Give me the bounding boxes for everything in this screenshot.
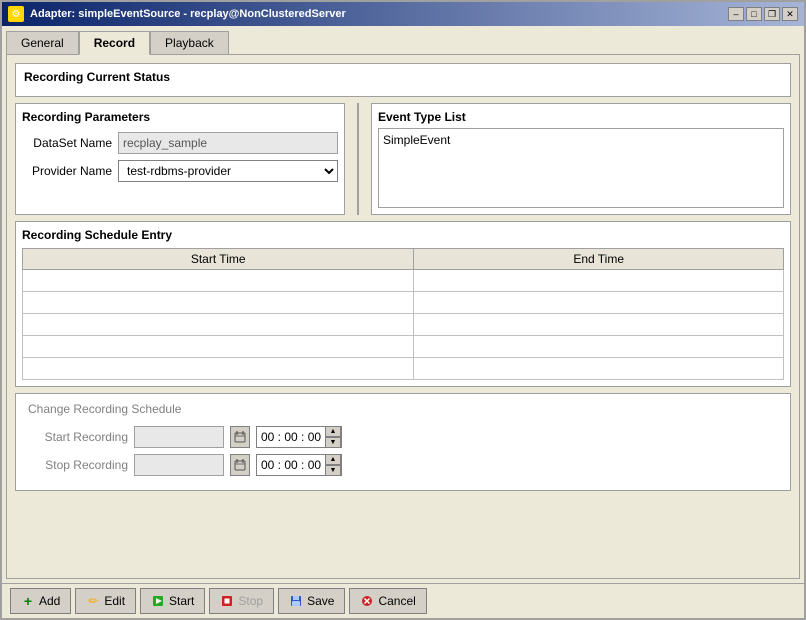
recording-status-title: Recording Current Status — [24, 70, 782, 84]
recording-parameters-title: Recording Parameters — [22, 110, 338, 124]
window-title: Adapter: simpleEventSource - recplay@Non… — [30, 8, 346, 20]
provider-name-label: Provider Name — [22, 164, 112, 178]
tab-record[interactable]: Record — [79, 31, 150, 55]
dataset-name-label: DataSet Name — [22, 136, 112, 150]
start-button[interactable]: Start — [140, 588, 205, 614]
start-date-picker-button[interactable] — [230, 426, 250, 448]
recording-parameters-section: Recording Parameters DataSet Name Provid… — [15, 103, 345, 215]
start-label: Start — [169, 594, 194, 608]
restore-button[interactable]: ❐ — [764, 7, 780, 21]
schedule-title: Recording Schedule Entry — [22, 228, 784, 242]
cancel-button[interactable]: Cancel — [349, 588, 426, 614]
table-row — [23, 314, 784, 336]
tab-playback[interactable]: Playback — [150, 31, 229, 55]
stop-label: Stop — [238, 594, 263, 608]
stop-time-down-button[interactable]: ▼ — [325, 465, 341, 476]
edit-button[interactable]: ✏ Edit — [75, 588, 136, 614]
stop-time-spinners: ▲ ▼ — [325, 454, 341, 476]
col-start-time: Start Time — [23, 249, 414, 270]
add-label: Add — [39, 594, 60, 608]
provider-name-select-wrapper: test-rdbms-provider — [118, 160, 338, 182]
event-type-title: Event Type List — [378, 110, 784, 124]
schedule-section: Recording Schedule Entry Start Time End … — [15, 221, 791, 387]
tab-bar: General Record Playback — [6, 30, 800, 54]
edit-icon: ✏ — [86, 594, 100, 608]
title-bar: ⚙ Adapter: simpleEventSource - recplay@N… — [2, 2, 804, 26]
table-row — [23, 336, 784, 358]
save-button[interactable]: Save — [278, 588, 345, 614]
start-recording-label: Start Recording — [28, 430, 128, 444]
save-icon — [289, 594, 303, 608]
change-schedule-section: Change Recording Schedule Start Recordin… — [15, 393, 791, 491]
schedule-table: Start Time End Time — [22, 248, 784, 380]
main-panel: Recording Current Status Recording Param… — [6, 54, 800, 579]
stop-date-input[interactable] — [134, 454, 224, 476]
stop-date-picker-button[interactable] — [230, 454, 250, 476]
start-date-input[interactable] — [134, 426, 224, 448]
tab-general[interactable]: General — [6, 31, 79, 55]
stop-button[interactable]: Stop — [209, 588, 274, 614]
params-event-row: Recording Parameters DataSet Name Provid… — [15, 103, 791, 215]
title-buttons: – □ ❐ ✕ — [728, 7, 798, 21]
start-time-down-button[interactable]: ▼ — [325, 437, 341, 448]
stop-time-up-button[interactable]: ▲ — [325, 454, 341, 465]
stop-recording-row: Stop Recording ▲ — [28, 454, 778, 476]
event-type-item[interactable]: SimpleEvent — [383, 133, 779, 147]
stop-time-field-group: ▲ ▼ — [256, 454, 342, 476]
title-bar-left: ⚙ Adapter: simpleEventSource - recplay@N… — [8, 6, 346, 22]
calendar-icon — [234, 459, 246, 471]
event-type-list: SimpleEvent — [378, 128, 784, 208]
table-row — [23, 358, 784, 380]
start-icon — [151, 594, 165, 608]
start-time-spinners: ▲ ▼ — [325, 426, 341, 448]
save-label: Save — [307, 594, 334, 608]
calendar-icon — [234, 431, 246, 443]
dataset-name-input[interactable] — [118, 132, 338, 154]
close-button[interactable]: ✕ — [782, 7, 798, 21]
provider-name-row: Provider Name test-rdbms-provider — [22, 160, 338, 182]
table-row — [23, 270, 784, 292]
start-time-field-group: ▲ ▼ — [256, 426, 342, 448]
main-window: ⚙ Adapter: simpleEventSource - recplay@N… — [0, 0, 806, 620]
app-icon: ⚙ — [8, 6, 24, 22]
minimize-button[interactable]: – — [728, 7, 744, 21]
provider-name-select[interactable]: test-rdbms-provider — [119, 161, 337, 181]
content-area: General Record Playback Recording Curren… — [2, 26, 804, 583]
edit-label: Edit — [104, 594, 125, 608]
col-end-time: End Time — [414, 249, 784, 270]
stop-recording-label: Stop Recording — [28, 458, 128, 472]
add-icon: + — [21, 594, 35, 608]
start-time-up-button[interactable]: ▲ — [325, 426, 341, 437]
cancel-icon — [360, 594, 374, 608]
stop-time-input[interactable] — [257, 456, 325, 474]
cancel-label: Cancel — [378, 594, 415, 608]
add-button[interactable]: + Add — [10, 588, 71, 614]
table-row — [23, 292, 784, 314]
bottom-toolbar: + Add ✏ Edit Start Stop — [2, 583, 804, 618]
change-schedule-title: Change Recording Schedule — [28, 402, 778, 416]
start-recording-row: Start Recording ▲ — [28, 426, 778, 448]
section-divider — [357, 103, 359, 215]
event-type-section: Event Type List SimpleEvent — [371, 103, 791, 215]
start-time-input[interactable] — [257, 428, 325, 446]
recording-current-status-section: Recording Current Status — [15, 63, 791, 97]
dataset-name-row: DataSet Name — [22, 132, 338, 154]
stop-icon — [220, 594, 234, 608]
maximize-button[interactable]: □ — [746, 7, 762, 21]
